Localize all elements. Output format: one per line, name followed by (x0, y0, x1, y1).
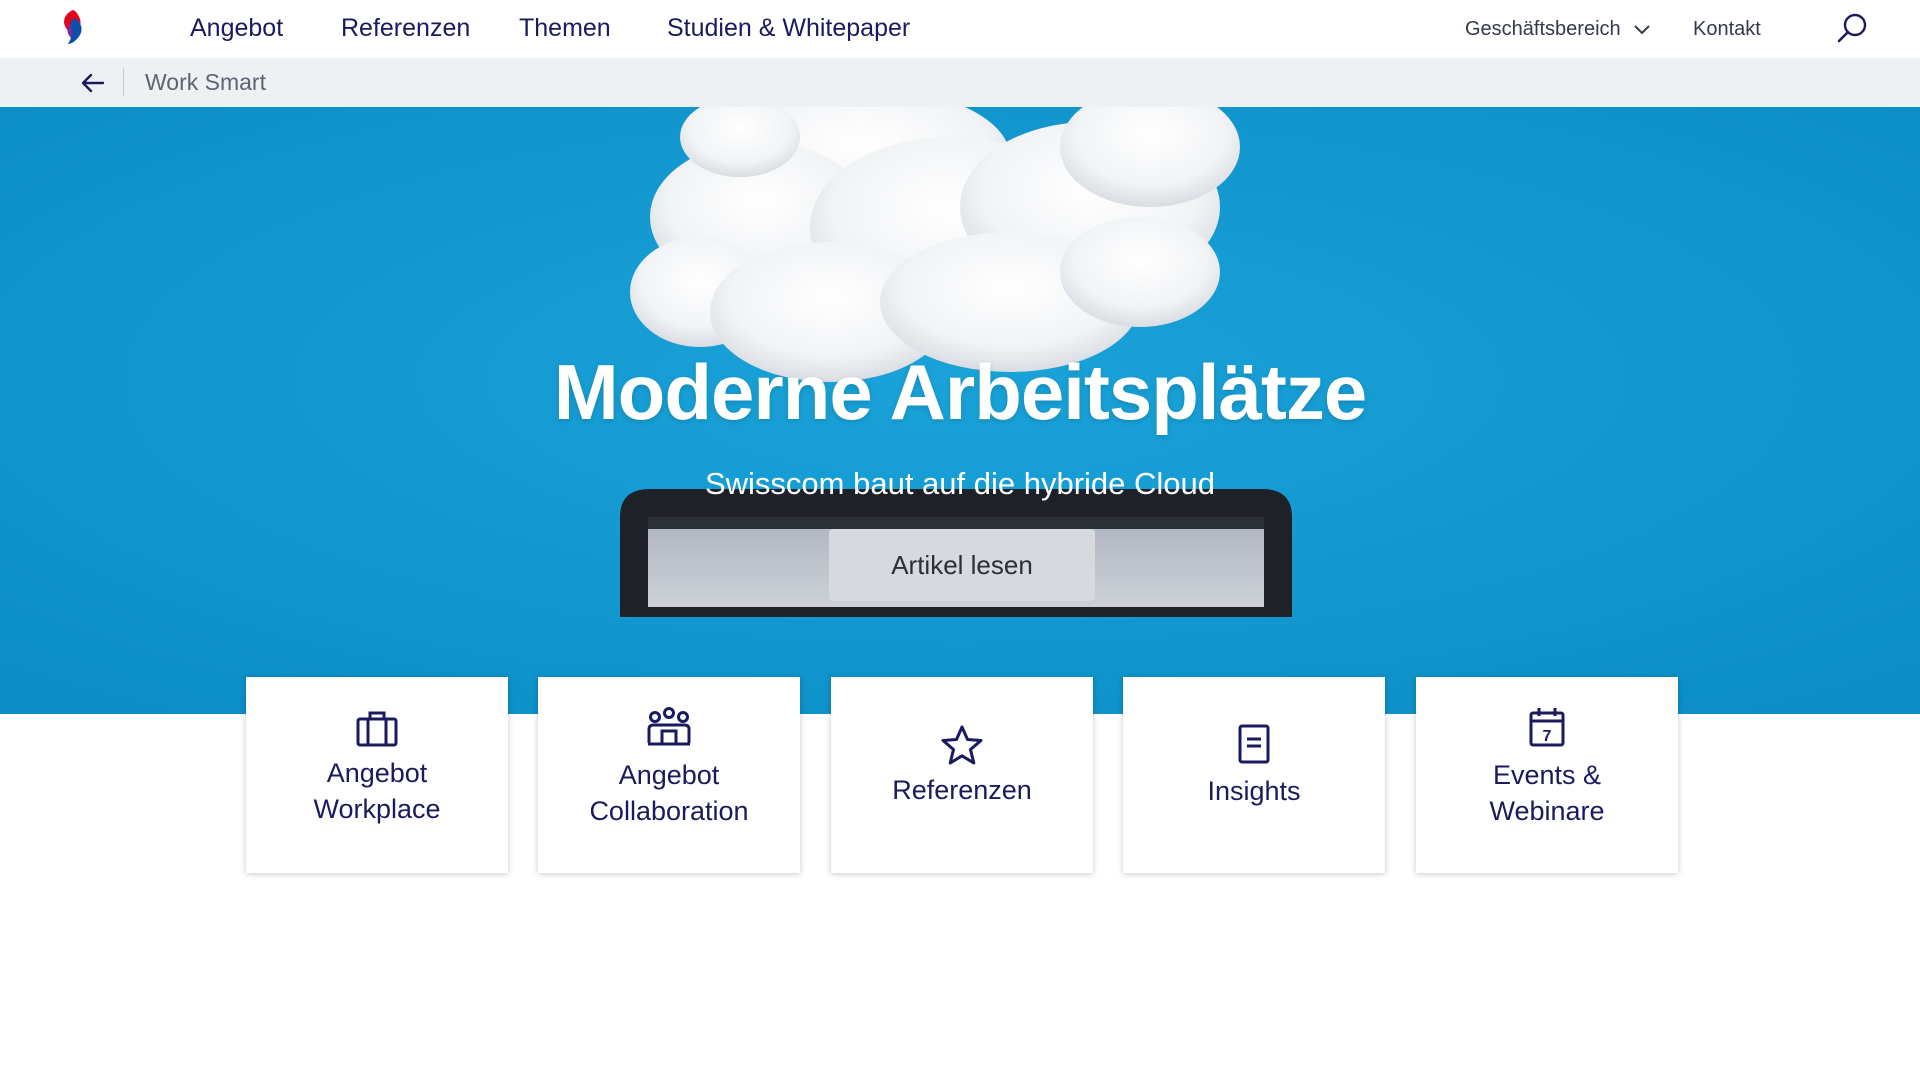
business-area-label: Geschäftsbereich (1465, 18, 1621, 40)
card-angebot-collaboration[interactable]: Angebot Collaboration (538, 677, 800, 873)
read-article-button[interactable]: Artikel lesen (829, 529, 1095, 601)
contact-link[interactable]: Kontakt (1693, 18, 1761, 41)
card-label-line2: Workplace (313, 794, 441, 824)
card-label-line2: Collaboration (589, 796, 749, 826)
card-angebot-workplace[interactable]: Angebot Workplace (246, 677, 508, 873)
nav-item-themen[interactable]: Themen (519, 14, 611, 43)
card-label-line2: Webinare (1489, 796, 1605, 826)
card-label-line1: Referenzen (892, 775, 1032, 805)
card-label-line1: Events & (1492, 760, 1602, 790)
team-icon (647, 707, 691, 746)
hero-banner: Moderne Arbeitsplätze Swisscom baut auf … (0, 107, 1920, 714)
card-label-line1: Angebot (618, 760, 720, 790)
calendar-icon: 7 (1529, 708, 1565, 747)
business-area-dropdown[interactable]: Geschäftsbereich (1465, 18, 1650, 41)
svg-text:7: 7 (1543, 728, 1552, 745)
nav-item-angebot[interactable]: Angebot (190, 14, 283, 43)
document-icon (1238, 724, 1270, 764)
card-referenzen[interactable]: Referenzen (831, 677, 1093, 873)
star-icon (941, 725, 983, 765)
card-label-line1: Angebot (326, 758, 428, 788)
swisscom-logo-icon[interactable] (58, 8, 88, 46)
briefcase-icon (356, 711, 398, 747)
card-events-webinare[interactable]: 7 Events & Webinare (1416, 677, 1678, 873)
arrow-left-icon[interactable] (80, 70, 106, 96)
nav-item-referenzen[interactable]: Referenzen (341, 14, 470, 43)
chevron-down-icon (1634, 25, 1650, 35)
search-icon[interactable] (1836, 12, 1868, 44)
hero-subtitle: Swisscom baut auf die hybride Cloud (704, 466, 1216, 501)
breadcrumb-current[interactable]: Work Smart (145, 69, 266, 96)
card-label-line1: Insights (1207, 776, 1301, 806)
hero-title: Moderne Arbeitsplätze (553, 348, 1368, 436)
breadcrumb: Work Smart (0, 58, 1920, 107)
breadcrumb-divider (123, 68, 124, 96)
nav-item-studien-whitepaper[interactable]: Studien & Whitepaper (667, 14, 910, 43)
card-insights[interactable]: Insights (1123, 677, 1385, 873)
top-navigation: Angebot Referenzen Themen Studien & Whit… (0, 0, 1920, 58)
